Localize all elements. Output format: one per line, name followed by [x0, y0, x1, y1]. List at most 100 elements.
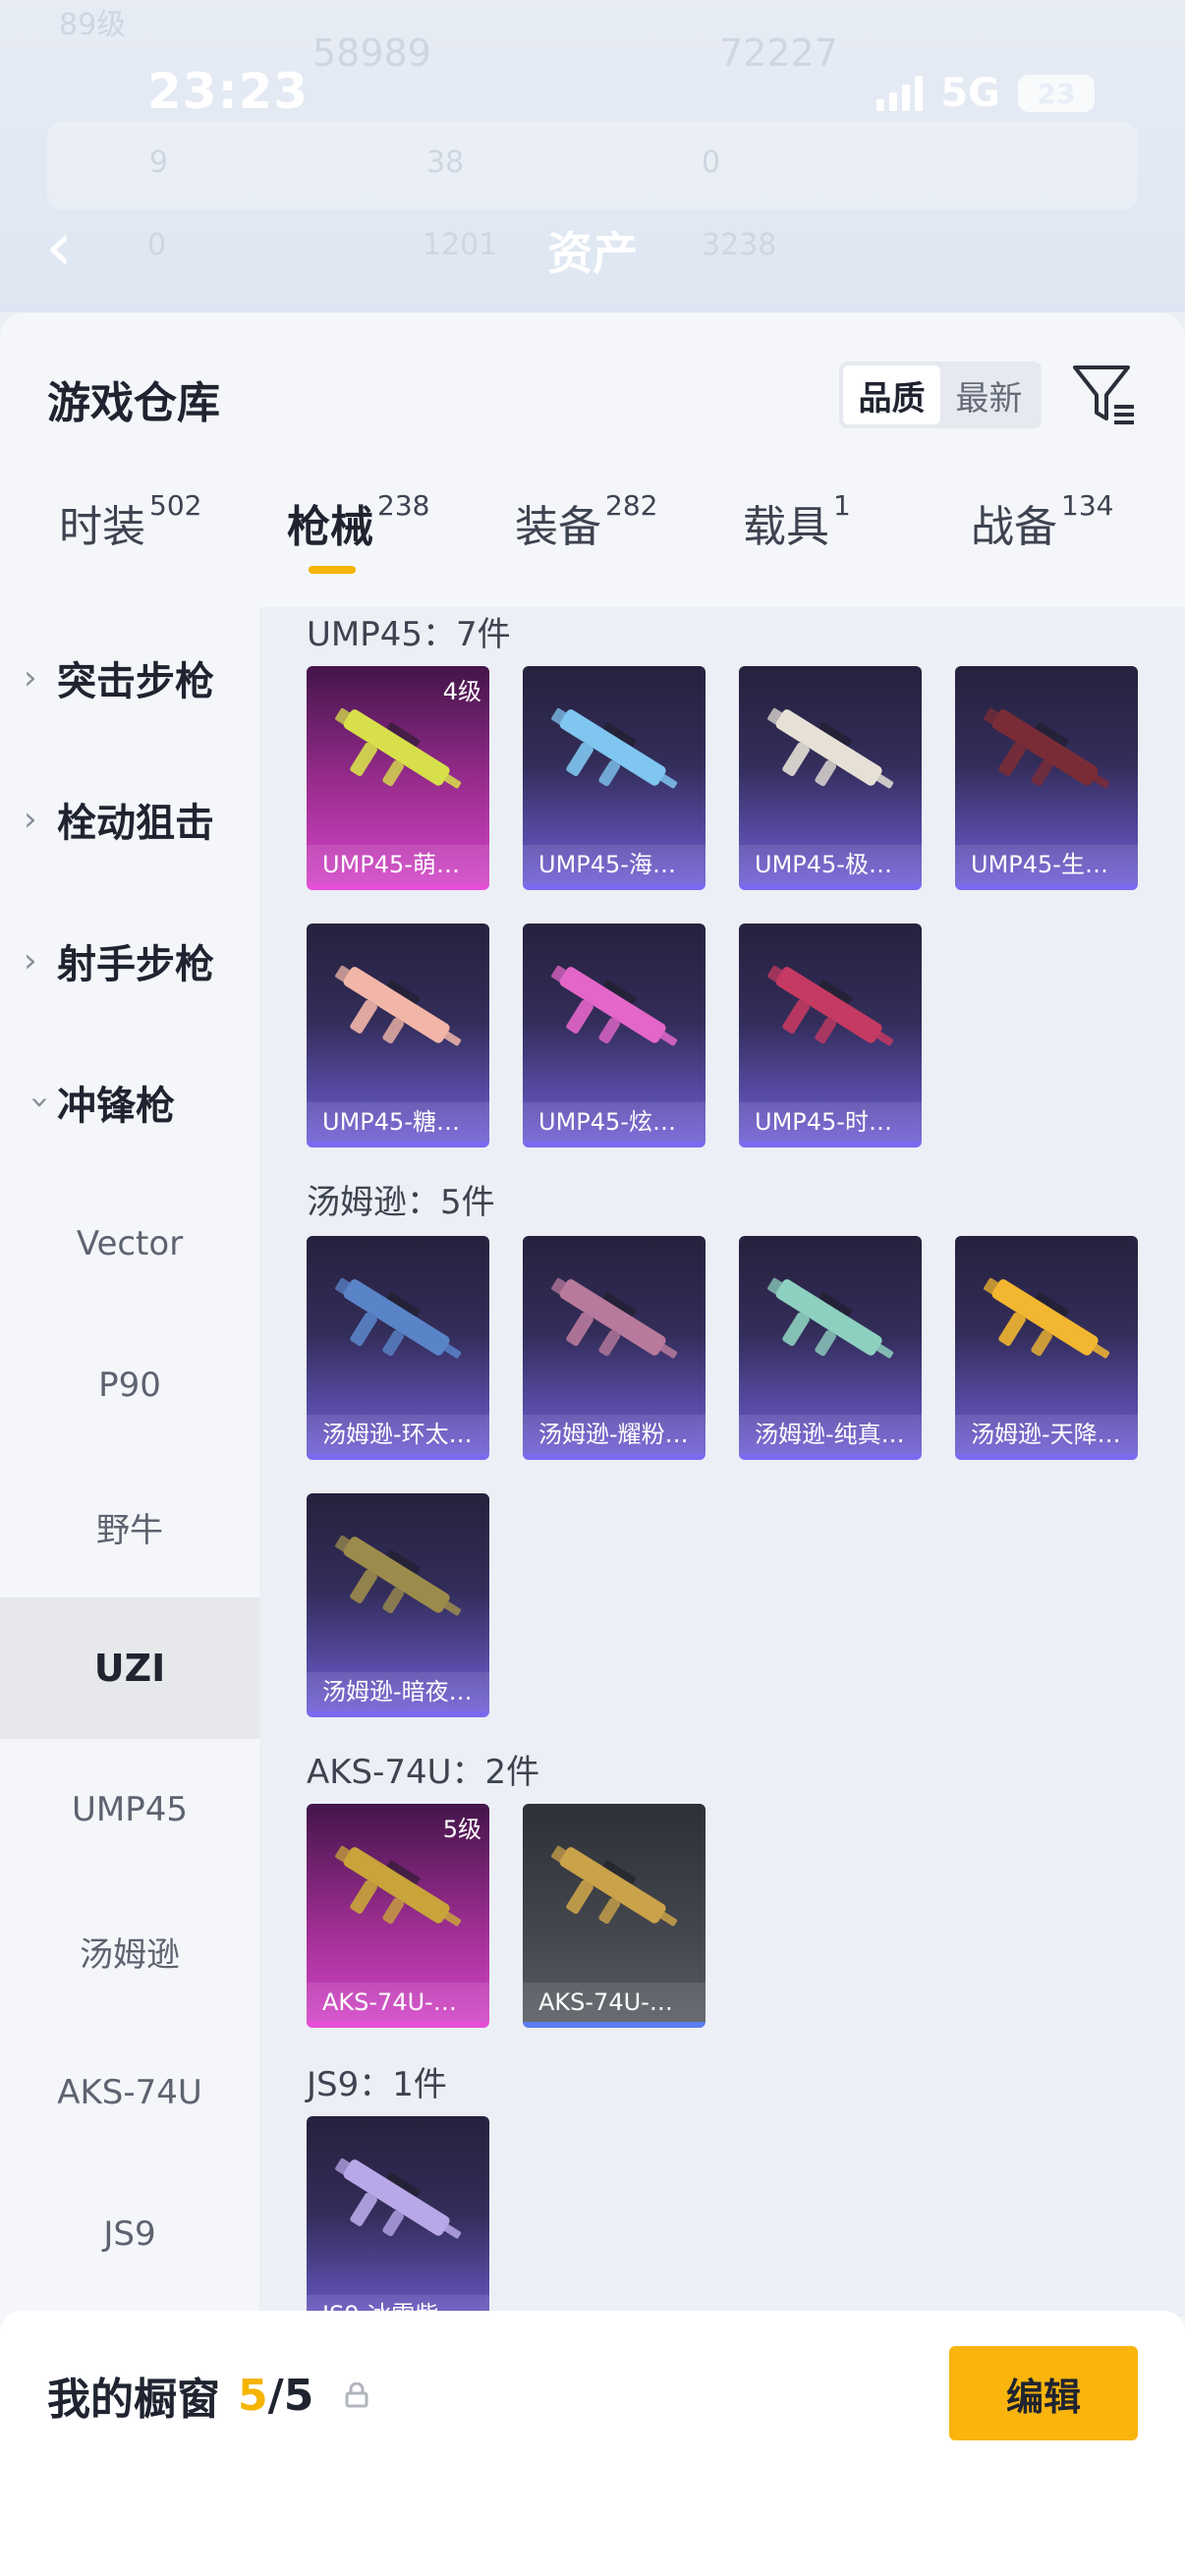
sort-quality-button[interactable]: 品质 — [843, 365, 940, 424]
gun-icon — [551, 707, 678, 789]
tab-count: 502 — [149, 489, 202, 522]
skin-name: UMP45-炫… — [523, 1102, 705, 1142]
skin-card[interactable]: 汤姆逊-纯真… — [739, 1236, 922, 1460]
skin-name: 汤姆逊-天降… — [955, 1415, 1138, 1454]
status-icons: 5G 23 — [876, 71, 1095, 116]
chevron-right-icon: › — [24, 658, 37, 698]
skin-card[interactable]: 5级 AKS-74U-… — [307, 1804, 489, 2028]
tab-label: 装备 — [515, 502, 601, 552]
skin-name: AKS-74U-… — [307, 1983, 489, 2022]
skin-card[interactable]: UMP45-时… — [739, 924, 922, 1148]
sidebar-sub-js9[interactable]: JS9 — [0, 2163, 259, 2305]
gun-icon — [767, 1277, 894, 1359]
gun-icon — [551, 1845, 678, 1927]
tab-label: 战备 — [971, 502, 1057, 552]
gun-icon — [767, 707, 894, 789]
weapon-sidebar: › 突击步枪 › 栓动狙击 › 射手步枪 › 冲锋枪 Vector P90 野牛 UZI… — [0, 607, 259, 2317]
gun-icon — [335, 2157, 462, 2239]
tab-count: 238 — [377, 489, 430, 522]
gun-icon — [335, 965, 462, 1046]
skin-card[interactable]: JS9-冰雪紫… — [307, 2116, 489, 2317]
skin-card[interactable]: 汤姆逊-暗夜… — [307, 1493, 489, 1717]
gun-icon — [335, 1277, 462, 1359]
sidebar-sub-bizon[interactable]: 野牛 — [0, 1456, 259, 1597]
sidebar-item-marksman-rifles[interactable]: › 射手步枪 — [0, 890, 259, 1032]
gun-icon — [984, 707, 1110, 789]
tab-vehicles[interactable]: 载具 1 — [743, 489, 851, 554]
category-tabs: 时装 502 枪械 238 装备 282 载具 1 战备 134 — [0, 489, 1185, 607]
skin-card[interactable]: UMP45-糖… — [307, 924, 489, 1148]
tab-count: 1 — [833, 489, 851, 522]
stat-value: 0 — [702, 145, 721, 180]
status-time: 23:23 — [147, 63, 310, 120]
tab-equipment[interactable]: 装备 282 — [515, 489, 658, 554]
skin-card[interactable]: UMP45-生… — [955, 666, 1138, 890]
level-badge: 4级 — [442, 678, 481, 705]
skin-card[interactable]: AKS-74U-… — [523, 1804, 705, 2028]
edit-button[interactable]: 编辑 — [949, 2346, 1138, 2440]
battery-level: 23 — [1037, 77, 1076, 110]
chevron-right-icon: › — [24, 800, 37, 839]
sidebar-item-label: 冲锋枪 — [57, 1084, 175, 1129]
sidebar-sub-ump45[interactable]: UMP45 — [0, 1739, 259, 1880]
tab-firearms[interactable]: 枪械 238 — [287, 489, 430, 574]
skin-name: UMP45-时… — [739, 1102, 922, 1142]
skin-name: AKS-74U-… — [523, 1983, 705, 2022]
sidebar-item-smgs[interactable]: › 冲锋枪 — [0, 1032, 259, 1173]
tab-label: 枪械 — [287, 502, 373, 552]
signal-icon — [876, 76, 924, 111]
warehouse-sheet: 游戏仓库 品质 最新 时装 502 枪械 238 装备 282 载具 1 战备 134 ›… — [0, 312, 1185, 2576]
skin-card[interactable]: UMP45-海… — [523, 666, 705, 890]
section-title: AKS-74U：2件 — [307, 1753, 540, 1792]
sidebar-sub-thompson[interactable]: 汤姆逊 — [0, 1880, 259, 2022]
tab-count: 282 — [605, 489, 658, 522]
tab-fashion[interactable]: 时装 502 — [59, 489, 202, 554]
section-title: UMP45：7件 — [307, 615, 511, 654]
sidebar-item-label: 栓动狙击 — [57, 801, 214, 846]
skin-name: UMP45-极… — [739, 845, 922, 884]
sidebar-sub-aks74u[interactable]: AKS-74U — [0, 2022, 259, 2163]
showcase-total: /5 — [267, 2370, 314, 2421]
skin-card[interactable]: UMP45-极… — [739, 666, 922, 890]
sort-latest-button[interactable]: 最新 — [940, 365, 1038, 424]
showcase-bar: 我的橱窗 5 /5 编辑 — [0, 2311, 1185, 2576]
skin-card[interactable]: 汤姆逊-环太… — [307, 1236, 489, 1460]
stat-value: 9 — [149, 145, 169, 180]
skin-card[interactable]: 汤姆逊-天降… — [955, 1236, 1138, 1460]
header-bg-text: 58989 — [312, 31, 431, 75]
skin-name: 汤姆逊-纯真… — [739, 1415, 922, 1454]
gun-icon — [335, 1535, 462, 1616]
skin-name: 汤姆逊-环太… — [307, 1415, 489, 1454]
section-title: 汤姆逊：5件 — [307, 1183, 495, 1222]
filter-icon[interactable] — [1069, 360, 1138, 428]
sidebar-item-label: 突击步枪 — [57, 659, 214, 704]
tab-label: 载具 — [743, 502, 829, 552]
lock-icon — [345, 2382, 368, 2408]
tab-underline — [309, 566, 356, 574]
sidebar-item-label: 射手步枪 — [57, 942, 214, 987]
showcase-current: 5 — [238, 2370, 268, 2421]
sidebar-item-assault-rifles[interactable]: › 突击步枪 — [0, 607, 259, 749]
gun-icon — [335, 1845, 462, 1927]
stat-value: 38 — [426, 145, 465, 180]
skin-name: 汤姆逊-耀粉… — [523, 1415, 705, 1454]
level-badge: 5级 — [442, 1816, 481, 1843]
gun-icon — [335, 707, 462, 789]
sidebar-item-bolt-snipers[interactable]: › 栓动狙击 — [0, 749, 259, 890]
gun-icon — [551, 965, 678, 1046]
gun-icon — [551, 1277, 678, 1359]
sidebar-sub-vector[interactable]: Vector — [0, 1173, 259, 1315]
asset-header: 89级 58989 72227 9 38 0 0 1201 3238 23:23… — [0, 0, 1185, 312]
header-bg-text: 89级 — [59, 8, 127, 42]
skin-card[interactable]: 汤姆逊-耀粉… — [523, 1236, 705, 1460]
showcase-title: 我的橱窗 5 /5 — [47, 2364, 368, 2427]
chevron-right-icon: › — [24, 941, 37, 980]
skin-card[interactable]: 4级 UMP45-萌… — [307, 666, 489, 890]
gun-icon — [767, 965, 894, 1046]
tab-tactical[interactable]: 战备 134 — [971, 489, 1113, 554]
header-bg-text: 72227 — [719, 31, 838, 75]
sidebar-sub-uzi[interactable]: UZI — [0, 1597, 259, 1739]
skin-card[interactable]: UMP45-炫… — [523, 924, 705, 1148]
sidebar-sub-p90[interactable]: P90 — [0, 1315, 259, 1456]
network-label: 5G — [940, 71, 1000, 116]
